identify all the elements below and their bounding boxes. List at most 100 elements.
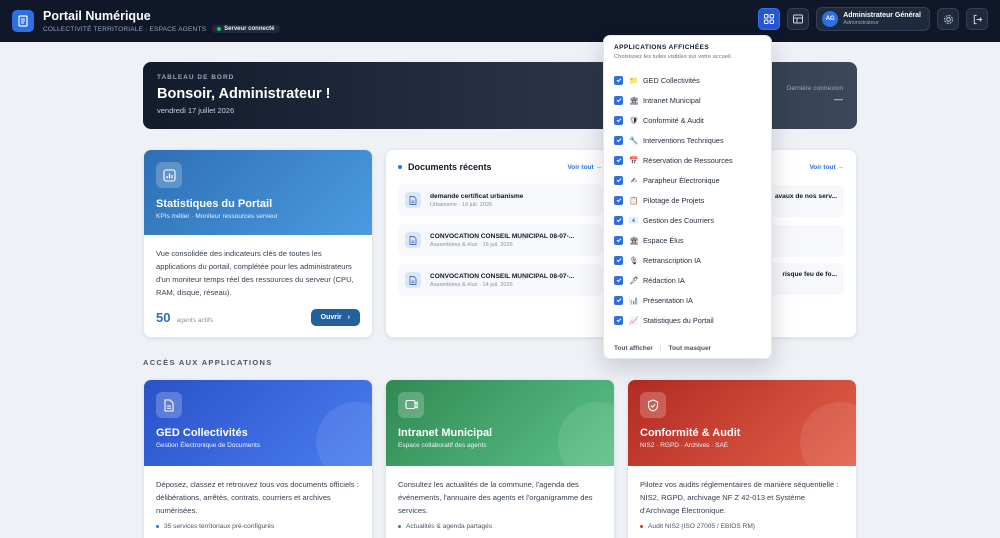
show-all-button[interactable]: Tout afficher	[614, 345, 653, 352]
decorative-circle	[800, 402, 856, 466]
app-toggle-item[interactable]: 📁 GED Collectivités	[614, 70, 761, 90]
app-feature: Audit NIS2 (ISO 27005 / EBIOS RM)	[628, 517, 856, 530]
open-stats-button[interactable]: Ouvrir ›	[310, 309, 360, 326]
app-emoji-icon: 📈	[629, 315, 639, 325]
app-feature-label: Audit NIS2 (ISO 27005 / EBIOS RM)	[648, 523, 756, 530]
documents-see-all-link[interactable]: Voir tout →	[567, 164, 602, 171]
monitor-icon	[398, 392, 424, 418]
checkbox-checked-icon[interactable]	[614, 255, 623, 265]
hide-all-button[interactable]: Tout masquer	[669, 345, 712, 352]
chevron-right-icon: ›	[347, 314, 350, 321]
document-item[interactable]: CONVOCATION CONSEIL MUNICIPAL 08-07-... A…	[398, 264, 602, 296]
app-title: Portail Numérique	[43, 9, 151, 23]
stats-title: Statistiques du Portail	[156, 198, 273, 210]
app-toggle-item[interactable]: 📧 Gestion des Courriers	[614, 210, 761, 230]
document-meta: Assemblées & élus · 16 juil. 2026	[430, 241, 513, 248]
app-toggle-item[interactable]: 📋 Pilotage de Projets	[614, 190, 761, 210]
document-icon	[405, 232, 421, 248]
app-toggle-item[interactable]: 🔧 Interventions Techniques	[614, 130, 761, 150]
app-description: Déposez, classez et retrouvez tous vos d…	[156, 480, 359, 515]
top-bar: Portail Numérique COLLECTIVITÉ TERRITORI…	[0, 0, 1000, 42]
checkbox-checked-icon[interactable]	[614, 215, 623, 225]
app-toggle-item[interactable]: 🏛 Espace Élus	[614, 230, 761, 250]
recent-documents-card: Documents récents Voir tout → demande ce…	[385, 149, 615, 338]
documents-title: Documents récents	[408, 162, 492, 172]
app-toggle-item[interactable]: ✍ Parapheur Électronique	[614, 170, 761, 190]
app-emoji-icon: 🏛	[629, 95, 639, 105]
app-feature-label: 35 services territoriaux pré-configurés	[164, 523, 275, 530]
bar-chart-icon	[156, 162, 182, 188]
document-meta: Assemblées & élus · 14 juil. 2026	[430, 281, 513, 288]
bullet-dot-icon	[640, 525, 643, 528]
checkbox-checked-icon[interactable]	[614, 295, 623, 305]
active-agents-label: agents actifs	[176, 317, 213, 324]
app-card-conformite[interactable]: Conformité & Audit NIS2 · RGPD · Archive…	[627, 379, 857, 538]
app-toggle-item[interactable]: 📊 Présentation IA	[614, 290, 761, 310]
app-emoji-icon: 📋	[629, 195, 639, 205]
app-emoji-icon: 📧	[629, 215, 639, 225]
checkbox-checked-icon[interactable]	[614, 75, 623, 85]
decorative-circle	[558, 402, 614, 466]
checkbox-checked-icon[interactable]	[614, 195, 623, 205]
layout-button[interactable]	[787, 8, 810, 30]
app-toggle-item[interactable]: 🖋 Rédaction IA	[614, 270, 761, 290]
last-login-value: —	[834, 94, 843, 104]
apps-grid-button[interactable]	[758, 8, 781, 30]
checkbox-checked-icon[interactable]	[614, 115, 623, 125]
app-toggle-label: GED Collectivités	[643, 75, 700, 85]
app-emoji-icon: 📁	[629, 75, 639, 85]
app-toggle-item[interactable]: 🎙 Retranscription IA	[614, 250, 761, 270]
document-item[interactable]: demande certificat urbanisme Urbanisme · …	[398, 184, 602, 216]
app-emoji-icon: 📅	[629, 155, 639, 165]
document-icon	[405, 272, 421, 288]
app-description: Consultez les actualités de la commune, …	[398, 480, 593, 515]
layout-icon	[793, 14, 804, 24]
dropdown-list: 📁 GED Collectivités 🏛 Intranet Municipal 🛡 Co…	[614, 70, 761, 330]
logout-icon	[973, 14, 982, 24]
app-subtitle: COLLECTIVITÉ TERRITORIALE · ESPACE AGENT…	[43, 25, 207, 33]
app-toggle-label: Pilotage de Projets	[643, 195, 705, 205]
app-card-intranet[interactable]: Intranet Municipal Espace collaboratif d…	[385, 379, 615, 538]
app-toggle-label: Statistiques du Portail	[643, 315, 714, 325]
app-toggle-item[interactable]: 📈 Statistiques du Portail	[614, 310, 761, 330]
user-name: Administrateur Général	[843, 11, 921, 19]
user-menu[interactable]: AG Administrateur Général Administrateur	[816, 7, 930, 31]
checkbox-checked-icon[interactable]	[614, 275, 623, 285]
last-login-label: Dernière connexion	[786, 85, 843, 92]
bullet-dot-icon	[398, 525, 401, 528]
app-feature-label: Actualités & agenda partagés	[406, 523, 493, 530]
logout-button[interactable]	[966, 8, 988, 30]
app-toggle-label: Rédaction IA	[643, 275, 685, 285]
checkbox-checked-icon[interactable]	[614, 235, 623, 245]
checkbox-checked-icon[interactable]	[614, 135, 623, 145]
checkbox-checked-icon[interactable]	[614, 155, 623, 165]
portal-logo-icon	[12, 10, 34, 32]
news-see-all-link[interactable]: Voir tout →	[809, 164, 844, 171]
checkbox-checked-icon[interactable]	[614, 95, 623, 105]
status-dot-icon	[217, 27, 222, 31]
settings-button[interactable]	[937, 8, 959, 30]
server-status-badge: Serveur connecté	[212, 25, 280, 33]
visible-apps-dropdown: APPLICATIONS AFFICHÉES Choisissez les tu…	[603, 35, 772, 359]
app-emoji-icon: 🛡	[629, 115, 639, 125]
app-toggle-item[interactable]: 📅 Réservation de Ressources	[614, 150, 761, 170]
app-toggle-label: Intranet Municipal	[643, 95, 701, 105]
document-meta: Urbanisme · 16 juil. 2026	[430, 201, 493, 208]
app-card-ged[interactable]: GED Collectivités Gestion Électronique d…	[143, 379, 373, 538]
checkbox-checked-icon[interactable]	[614, 315, 623, 325]
section-bullet-icon	[398, 165, 402, 169]
app-toggle-label: Réservation de Ressources	[643, 155, 733, 165]
document-icon	[405, 192, 421, 208]
stats-card[interactable]: Statistiques du Portail KPIs métier · Mo…	[143, 149, 373, 338]
separator: |	[659, 345, 662, 352]
document-item[interactable]: CONVOCATION CONSEIL MUNICIPAL 08-07-... A…	[398, 224, 602, 256]
app-toggle-label: Interventions Techniques	[643, 135, 724, 145]
app-emoji-icon: 🖋	[629, 275, 639, 285]
checkbox-checked-icon[interactable]	[614, 175, 623, 185]
app-emoji-icon: 🔧	[629, 135, 639, 145]
document-title: CONVOCATION CONSEIL MUNICIPAL 08-07-...	[430, 272, 575, 280]
app-toggle-item[interactable]: 🛡 Conformité & Audit	[614, 110, 761, 130]
app-emoji-icon: 🏛	[629, 235, 639, 245]
app-toggle-item[interactable]: 🏛 Intranet Municipal	[614, 90, 761, 110]
app-toggle-label: Gestion des Courriers	[643, 215, 714, 225]
